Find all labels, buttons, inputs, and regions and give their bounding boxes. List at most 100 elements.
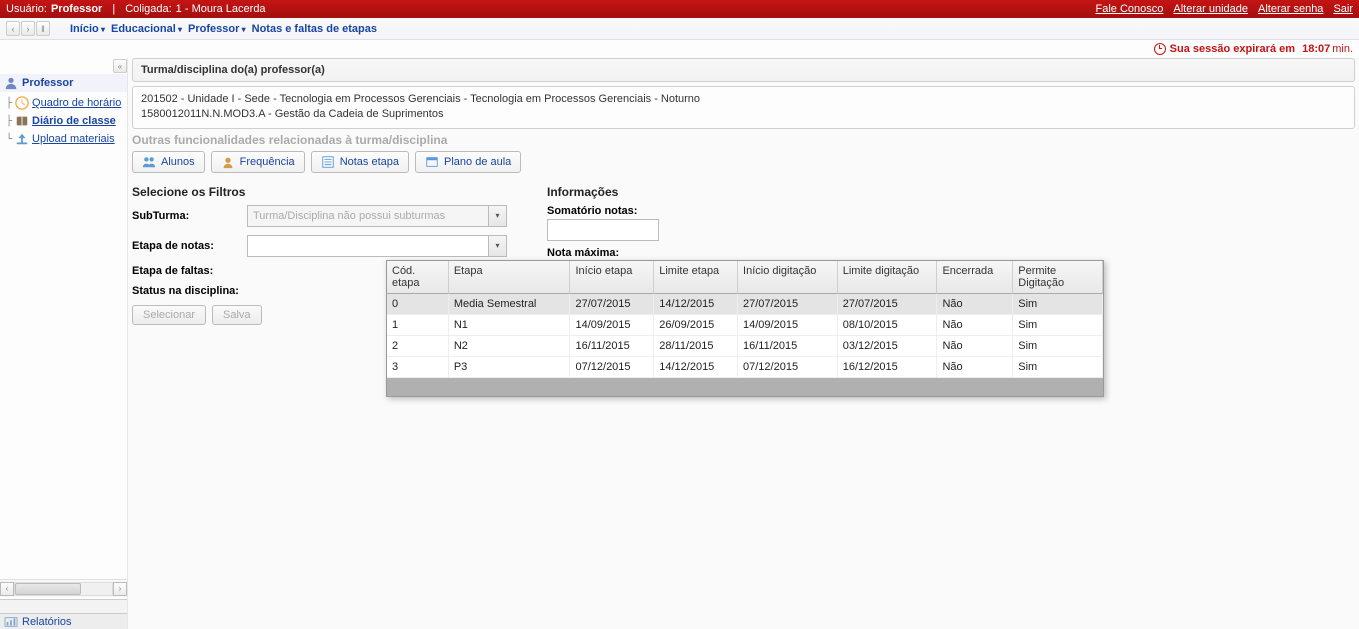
table-cell: P3 [449,357,571,378]
table-footer [387,378,1103,396]
table-cell: 14/09/2015 [738,315,838,336]
table-cell: N1 [449,315,571,336]
table-cell: 3 [387,357,449,378]
session-time: 18:07 [1302,43,1330,55]
sidebar-item-quadro[interactable]: ├ Quadro de horário [2,94,125,112]
book-icon [15,114,29,128]
etapa-dropdown-table[interactable]: Cód. etapa Etapa Início etapa Limite eta… [386,260,1104,397]
breadcrumb-educacional[interactable]: Educacional [111,23,182,35]
sidebar-item-upload[interactable]: └ Upload materiais [2,130,125,148]
table-cell: 16/11/2015 [570,336,654,357]
table-cell: 1 [387,315,449,336]
sidebar-hscroll[interactable]: ‹ › [0,579,127,597]
hscroll-track[interactable] [14,582,113,596]
btn-plano-aula[interactable]: Plano de aula [415,151,521,173]
info-col: Informações Somatório notas: Nota máxima… [547,185,659,261]
table-row[interactable]: 1N114/09/201526/09/201514/09/201508/10/2… [387,315,1103,336]
table-cell: Sim [1013,336,1103,357]
table-cell: 27/07/2015 [738,294,838,315]
table-cell: 07/12/2015 [570,357,654,378]
session-timer: Sua sessão expirará em 18:07 min. [0,40,1359,58]
btn-salvar[interactable]: Salva [212,305,262,325]
link-change-unit[interactable]: Alterar unidade [1173,3,1248,15]
panel-header: Turma/disciplina do(a) professor(a) [132,58,1355,82]
hscroll-left[interactable]: ‹ [0,582,14,596]
label-nota-max: Nota máxima: [547,247,619,259]
sidebar-reports[interactable]: Relatórios [0,614,127,629]
table-cell: 14/09/2015 [570,315,654,336]
sidebar-tree: ├ Quadro de horário ├ Diário de classe └… [0,92,127,150]
table-body: 0Media Semestral27/07/201514/12/201527/0… [387,294,1103,378]
table-cell: 08/10/2015 [838,315,938,336]
info-title: Informações [547,185,659,199]
chevron-down-icon: ▾ [488,236,506,256]
input-somatorio[interactable] [547,219,659,241]
coligada-value: 1 - Moura Lacerda [176,3,266,15]
table-cell: Sim [1013,315,1103,336]
context-line-1: 201502 - Unidade I - Sede - Tecnologia e… [141,92,1346,107]
table-cell: Não [937,357,1013,378]
table-cell: Não [937,336,1013,357]
table-cell: 14/12/2015 [654,294,738,315]
breadcrumb-inicio[interactable]: Início [70,23,105,35]
table-cell: 14/12/2015 [654,357,738,378]
table-cell: 27/07/2015 [570,294,654,315]
people-icon [142,155,156,169]
table-cell: Não [937,315,1013,336]
label-somatorio: Somatório notas: [547,205,637,217]
breadcrumb: Início Educacional Professor Notas e fal… [62,23,377,35]
session-text: Sua sessão expirará em [1170,43,1295,55]
table-row[interactable]: 0Media Semestral27/07/201514/12/201527/0… [387,294,1103,315]
filters-title: Selecione os Filtros [132,185,507,199]
link-contact[interactable]: Fale Conosco [1096,3,1164,15]
table-cell: 27/07/2015 [838,294,938,315]
btn-notas-etapa[interactable]: Notas etapa [311,151,409,173]
table-row[interactable]: 3P307/12/201514/12/201507/12/201516/12/2… [387,357,1103,378]
breadcrumb-professor[interactable]: Professor [188,23,246,35]
th-etapa: Etapa [449,261,571,294]
label-etapa-notas: Etapa de notas: [132,240,247,252]
hscroll-right[interactable]: › [113,582,127,596]
toolbar: Alunos Frequência Notas etapa Plano de a… [132,151,1355,173]
btn-frequencia[interactable]: Frequência [211,151,305,173]
sidebar: « Professor ├ Quadro de horário ├ Diário… [0,58,128,629]
subturma-value: Turma/Disciplina não possui subturmas [248,210,488,222]
link-logout[interactable]: Sair [1333,3,1353,15]
sidebar-reports-label: Relatórios [22,616,72,628]
divider: | [112,3,115,15]
sidebar-footer: Relatórios [0,599,127,629]
hscroll-thumb[interactable] [15,583,81,595]
chevron-down-icon: ▾ [488,206,506,226]
btn-selecionar[interactable]: Selecionar [132,305,206,325]
table-header: Cód. etapa Etapa Início etapa Limite eta… [387,261,1103,294]
btn-alunos[interactable]: Alunos [132,151,205,173]
table-cell: Não [937,294,1013,315]
link-change-password[interactable]: Alterar senha [1258,3,1323,15]
th-cod: Cód. etapa [387,261,449,294]
th-limite: Limite etapa [654,261,738,294]
context-line-2: 1580012011N.N.MOD3.A - Gestão da Cadeia … [141,107,1346,122]
table-cell: 03/12/2015 [838,336,938,357]
frequency-icon [221,155,235,169]
table-row[interactable]: 2N216/11/201528/11/201516/11/201503/12/2… [387,336,1103,357]
select-subturma[interactable]: Turma/Disciplina não possui subturmas ▾ [247,205,507,227]
th-inicio-dig: Início digitação [738,261,838,294]
clock-icon [15,96,29,110]
table-cell: Sim [1013,294,1103,315]
sidebar-scroll-up[interactable]: « [113,59,127,73]
breadcrumb-current: Notas e faltas de etapas [252,23,377,35]
select-etapa-notas[interactable]: ▾ [247,235,507,257]
table-cell: 2 [387,336,449,357]
history-lock[interactable]: ‖ [36,21,50,36]
sidebar-item-diario[interactable]: ├ Diário de classe [2,112,125,130]
th-encerrada: Encerrada [937,261,1013,294]
coligada-label: Coligada: [125,3,171,15]
sidebar-item-label: Diário de classe [32,115,116,127]
report-icon [4,616,18,628]
user-name: Professor [51,3,102,15]
history-back[interactable]: ‹ [6,21,20,36]
table-cell: Media Semestral [449,294,571,315]
table-cell: 26/09/2015 [654,315,738,336]
history-forward[interactable]: › [21,21,35,36]
plan-icon [425,155,439,169]
